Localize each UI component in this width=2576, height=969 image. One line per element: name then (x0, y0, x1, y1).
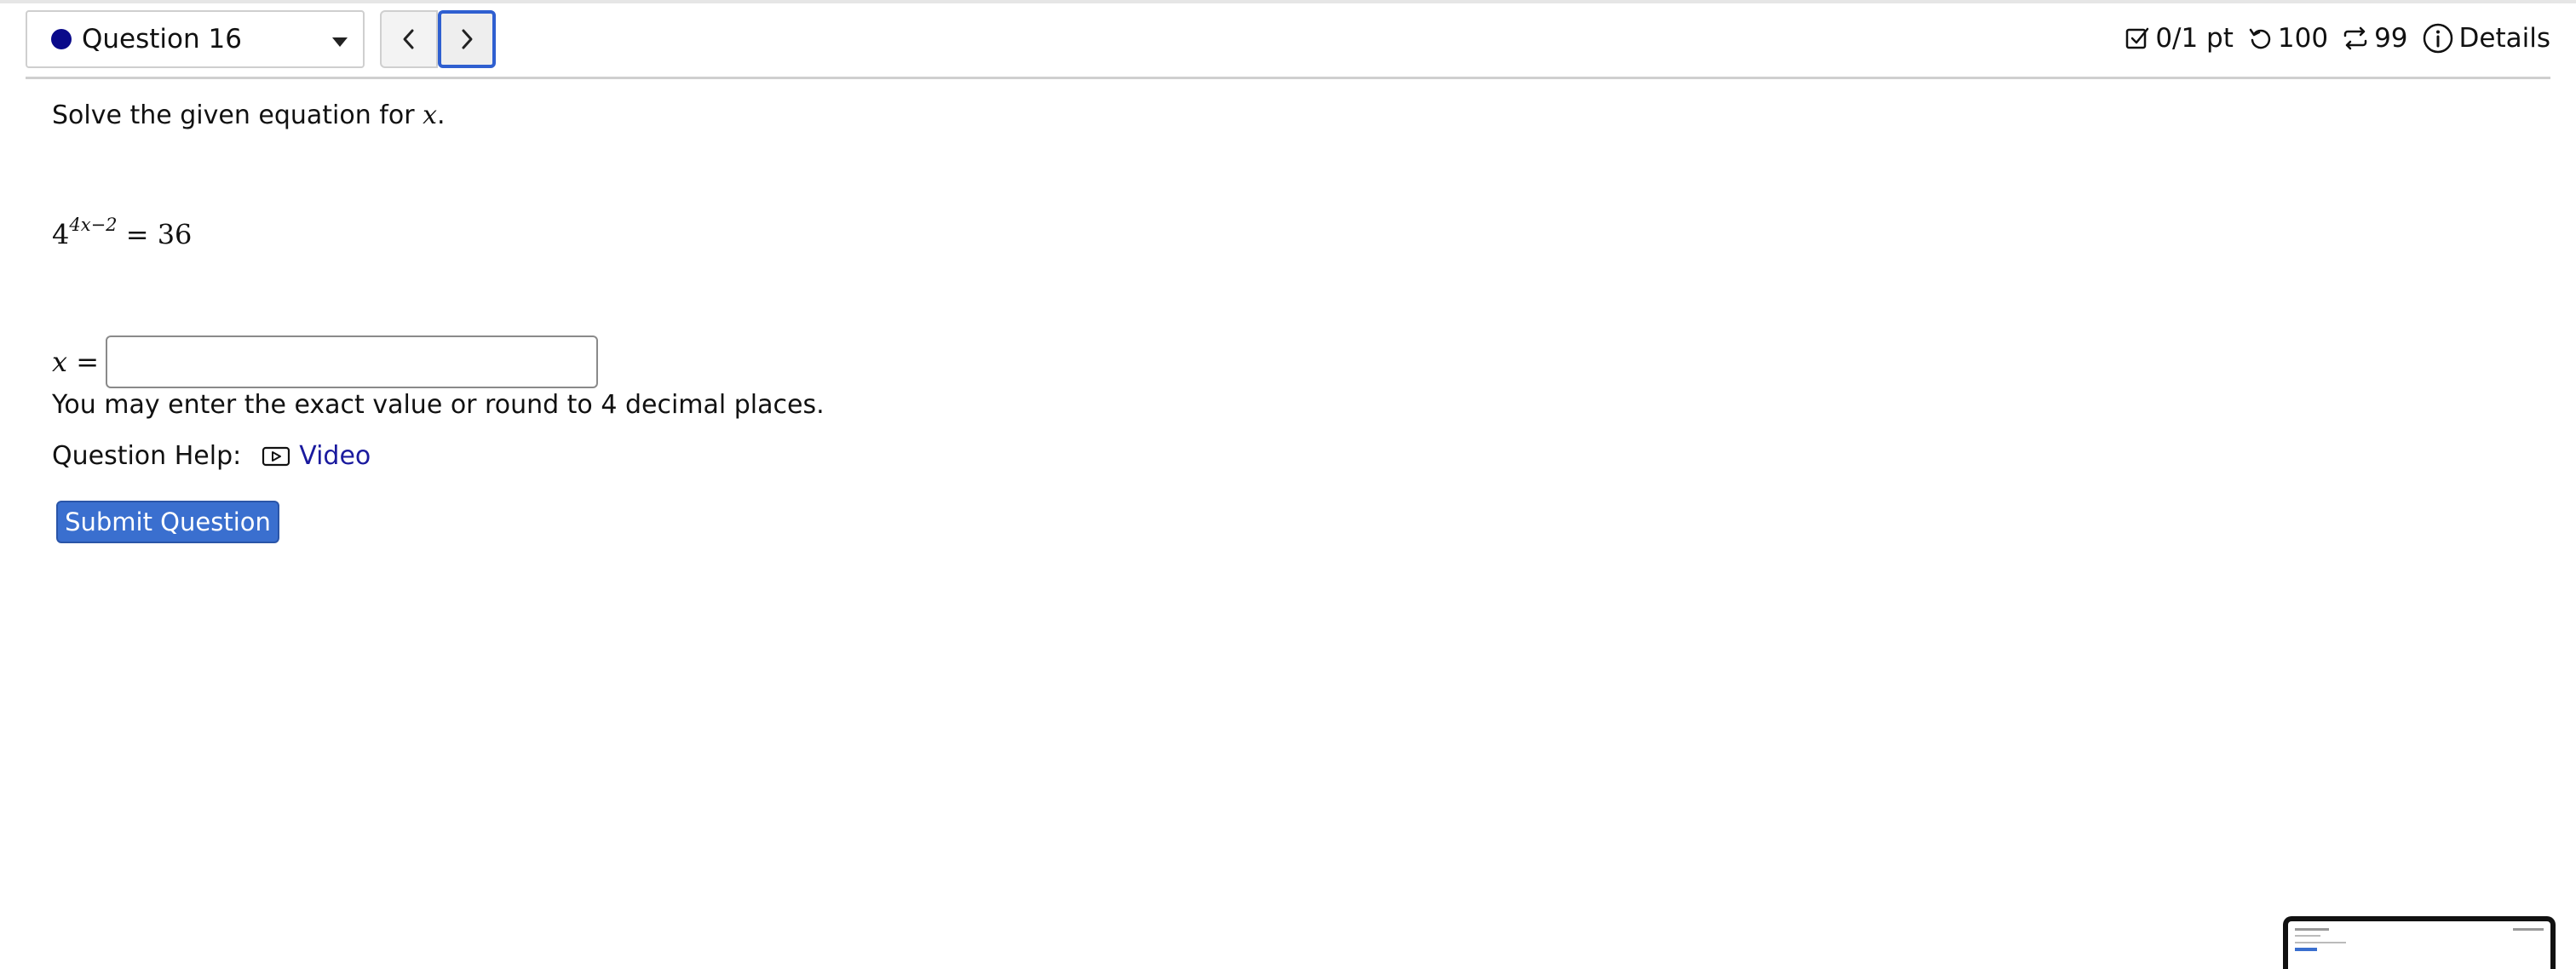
checkbox-icon (2126, 27, 2149, 49)
answer-row: x = (52, 335, 599, 388)
question-nav (380, 10, 496, 68)
question-help-label: Question Help: (52, 441, 242, 471)
chevron-right-icon (462, 29, 473, 49)
equation: 44x−2 = 36 (52, 215, 193, 251)
video-link-label: Video (299, 441, 371, 471)
question-status: 0/1 pt 100 99 Details (2111, 22, 2550, 54)
preview-thumbnail[interactable] (2283, 916, 2556, 969)
video-play-icon (262, 446, 290, 466)
thumbnail-line (2295, 942, 2346, 943)
previous-question-button[interactable] (380, 10, 438, 68)
thumbnail-button (2295, 948, 2317, 951)
status-dot-icon (51, 29, 72, 49)
details-button[interactable]: Details (2422, 22, 2550, 54)
prompt-prefix: Solve the given equation for (52, 100, 423, 130)
retries-text: 99 (2374, 23, 2408, 54)
chevron-left-icon (403, 29, 414, 49)
prompt-suffix: . (437, 100, 446, 130)
next-question-button[interactable] (438, 10, 496, 68)
top-border (0, 0, 2576, 3)
question-select-label: Question 16 (82, 24, 242, 54)
question-select[interactable]: Question 16 (26, 10, 365, 68)
question-prompt: Solve the given equation for x. (52, 100, 446, 130)
attempts-indicator: 100 (2247, 23, 2328, 54)
question-help: Question Help: Video (52, 441, 371, 471)
submit-question-button[interactable]: Submit Question (56, 501, 279, 543)
equation-base: 4 (52, 218, 70, 251)
equation-exponent: 4x−2 (69, 215, 118, 235)
thumbnail-line (2295, 935, 2320, 937)
score-indicator: 0/1 pt (2125, 23, 2234, 54)
question-header: Question 16 0/1 pt 100 99 Details (26, 7, 2550, 79)
thumbnail-line (2295, 928, 2329, 931)
score-text: 0/1 pt (2155, 23, 2234, 54)
info-icon (2423, 23, 2452, 54)
equation-rhs: = 36 (125, 218, 193, 251)
retry-icon (2343, 26, 2367, 50)
caret-down-icon (332, 37, 348, 47)
attempts-text: 100 (2277, 23, 2329, 54)
video-link[interactable]: Video (262, 441, 371, 471)
answer-hint: You may enter the exact value or round t… (52, 390, 825, 420)
prompt-variable: x (423, 100, 437, 130)
answer-input[interactable] (106, 335, 599, 388)
retries-indicator: 99 (2342, 23, 2408, 54)
answer-label: x = (52, 346, 100, 378)
thumbnail-line (2513, 928, 2544, 931)
details-label: Details (2458, 23, 2550, 54)
undo-icon (2249, 28, 2271, 49)
